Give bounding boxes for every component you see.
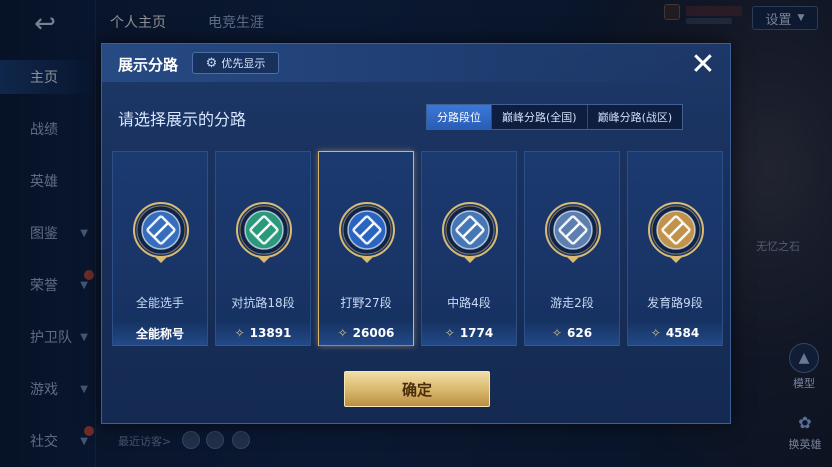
lane-display-modal: 展示分路 ⚙ 优先显示 ✕ 请选择展示的分路 分路段位 巅峰分路(全国) 巅峰分… xyxy=(101,43,731,424)
lane-card[interactable]: 中路4段 ✧ 1774 xyxy=(421,151,517,346)
lane-card-value: ✧ 26006 xyxy=(319,320,413,346)
modal-header: 展示分路 ⚙ 优先显示 ✕ xyxy=(102,44,730,82)
lane-card-value-text: 626 xyxy=(567,326,593,340)
lane-card-value: ✧ 626 xyxy=(525,320,619,346)
rank-points-icon: ✧ xyxy=(337,326,348,340)
tab-lane-rank[interactable]: 分路段位 xyxy=(427,105,492,129)
modal-title: 展示分路 xyxy=(118,56,179,74)
roam-emblem-icon xyxy=(545,202,601,263)
lane-card-name: 全能选手 xyxy=(135,296,184,310)
tab-peak-lane-region[interactable]: 巅峰分路(战区) xyxy=(588,105,683,129)
lane-card-list: 全能选手 全能称号 对抗路18段 ✧ 13891 打野27段 ✧ 26006 中路4段 ✧ 1774… xyxy=(112,151,723,346)
lane-card-value: ✧ 1774 xyxy=(422,320,516,346)
priority-display-button[interactable]: ⚙ 优先显示 xyxy=(192,52,279,74)
rank-points-icon: ✧ xyxy=(444,326,455,340)
lane-card-name: 中路4段 xyxy=(447,296,491,310)
lane-card-name: 发育路9段 xyxy=(647,296,703,310)
close-icon[interactable]: ✕ xyxy=(686,48,720,82)
lane-card-value: 全能称号 xyxy=(113,320,207,346)
lane-card[interactable]: 打野27段 ✧ 26006 xyxy=(318,151,414,346)
lane-card-value-text: 13891 xyxy=(249,326,292,340)
rank-points-icon: ✧ xyxy=(551,326,562,340)
gear-icon: ⚙ xyxy=(205,55,218,71)
lane-card-name: 游走2段 xyxy=(550,296,594,310)
lane-card-name: 对抗路18段 xyxy=(231,296,295,310)
all-round-emblem-icon xyxy=(133,202,189,263)
lane-card-value-text: 1774 xyxy=(459,326,494,340)
lane-card-name: 打野27段 xyxy=(340,296,392,310)
lane-card-value: ✧ 4584 xyxy=(628,320,722,346)
clash-lane-emblem-icon xyxy=(236,202,292,263)
lane-type-segmented-control: 分路段位 巅峰分路(全国) 巅峰分路(战区) xyxy=(426,104,684,130)
jungle-emblem-icon xyxy=(339,202,395,263)
lane-card[interactable]: 全能选手 全能称号 xyxy=(112,151,208,346)
rank-points-icon: ✧ xyxy=(650,326,661,340)
mid-lane-emblem-icon xyxy=(442,202,498,263)
tab-peak-lane-national[interactable]: 巅峰分路(全国) xyxy=(492,105,588,129)
modal-subtitle: 请选择展示的分路 xyxy=(118,110,247,129)
farm-lane-emblem-icon xyxy=(648,202,704,263)
lane-card[interactable]: 对抗路18段 ✧ 13891 xyxy=(215,151,311,346)
lane-card[interactable]: 游走2段 ✧ 626 xyxy=(524,151,620,346)
lane-card-value-text: 4584 xyxy=(665,326,700,340)
lane-card-value-text: 26006 xyxy=(352,326,395,340)
lane-card-value: ✧ 13891 xyxy=(216,320,310,346)
confirm-button[interactable]: 确定 xyxy=(344,371,490,407)
rank-points-icon: ✧ xyxy=(234,326,245,340)
lane-card[interactable]: 发育路9段 ✧ 4584 xyxy=(627,151,723,346)
lane-card-value-text: 全能称号 xyxy=(135,326,184,341)
